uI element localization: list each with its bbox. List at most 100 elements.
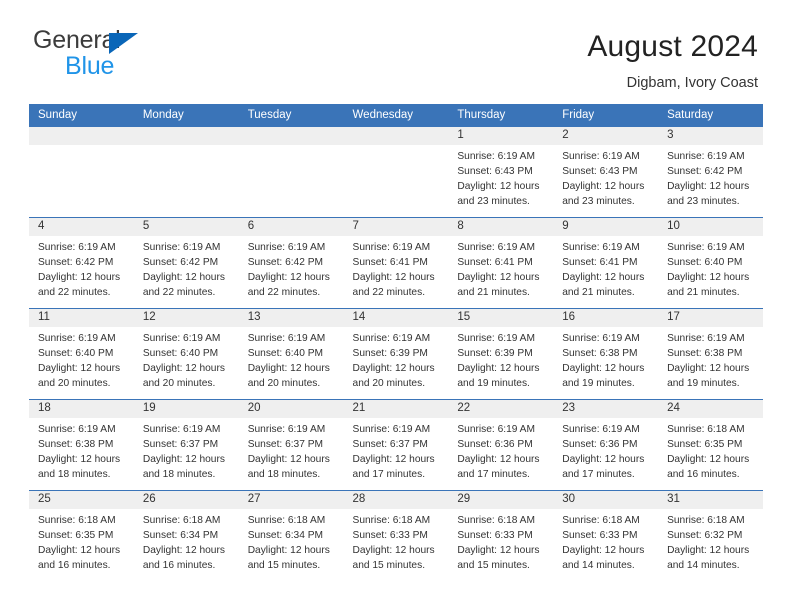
daylight-text: Daylight: 12 hours and 22 minutes.: [142, 271, 225, 298]
sunrise-text: Sunrise: 6:19 AM: [667, 151, 745, 162]
calendar-day-cell[interactable]: 20 Sunrise: 6:19 AM Sunset: 6:37 PM Dayligh…: [238, 399, 344, 491]
day-details: Sunrise: 6:18 AM Sunset: 6:33 PM Daylight:…: [448, 509, 553, 574]
day-number: 29: [448, 491, 554, 509]
day-number: [343, 127, 449, 145]
sunset-text: Sunset: 6:38 PM: [562, 347, 638, 359]
calendar-day-cell[interactable]: 8 Sunrise: 6:19 AM Sunset: 6:41 PM Daylight…: [448, 217, 554, 309]
calendar-day-cell[interactable]: 3 Sunrise: 6:19 AM Sunset: 6:42 PM Daylight…: [658, 127, 763, 218]
day-details: Sunrise: 6:19 AM Sunset: 6:41 PM Daylight:…: [553, 236, 658, 301]
calendar-day-cell[interactable]: 16 Sunrise: 6:19 AM Sunset: 6:38 PM Dayligh…: [553, 308, 659, 400]
calendar-day-cell[interactable]: 22 Sunrise: 6:19 AM Sunset: 6:36 PM Dayligh…: [448, 399, 554, 491]
daylight-text: Daylight: 12 hours and 19 minutes.: [562, 362, 645, 389]
title-block: August 2024 Digbam, Ivory Coast: [587, 28, 758, 92]
calendar-page: General Blue August 2024 Digbam, Ivory C…: [0, 0, 792, 612]
day-number: 3: [658, 127, 763, 145]
weekday-header-thursday: Thursday: [448, 104, 554, 127]
calendar-day-cell[interactable]: 5 Sunrise: 6:19 AM Sunset: 6:42 PM Daylight…: [133, 217, 239, 309]
calendar-cell-empty: [29, 127, 134, 218]
calendar-cell-empty: [238, 127, 344, 218]
calendar-cell-empty: [343, 127, 449, 218]
logo-secondary-text: Blue: [65, 52, 115, 80]
sunset-text: Sunset: 6:35 PM: [667, 438, 743, 450]
calendar-day-cell[interactable]: 28 Sunrise: 6:18 AM Sunset: 6:33 PM Dayligh…: [343, 490, 449, 581]
day-number: 7: [343, 218, 449, 236]
sunrise-text: Sunrise: 6:19 AM: [562, 333, 640, 344]
sunset-text: Sunset: 6:42 PM: [667, 165, 743, 177]
calendar-day-cell[interactable]: 25 Sunrise: 6:18 AM Sunset: 6:35 PM Dayligh…: [29, 490, 134, 581]
calendar-day-cell[interactable]: 2 Sunrise: 6:19 AM Sunset: 6:43 PM Daylight…: [553, 127, 659, 218]
calendar-day-cell[interactable]: 13 Sunrise: 6:19 AM Sunset: 6:40 PM Dayligh…: [238, 308, 344, 400]
calendar-day-cell[interactable]: 23 Sunrise: 6:19 AM Sunset: 6:36 PM Dayligh…: [553, 399, 659, 491]
calendar-day-cell[interactable]: 10 Sunrise: 6:19 AM Sunset: 6:40 PM Dayligh…: [658, 217, 763, 309]
day-number: 21: [343, 400, 449, 418]
day-number: 1: [448, 127, 554, 145]
daylight-text: Daylight: 12 hours and 18 minutes.: [38, 453, 121, 480]
day-details: Sunrise: 6:19 AM Sunset: 6:42 PM Daylight:…: [134, 236, 239, 301]
daylight-text: Daylight: 12 hours and 15 minutes.: [352, 544, 435, 571]
sunset-text: Sunset: 6:43 PM: [457, 165, 533, 177]
day-details: Sunrise: 6:19 AM Sunset: 6:42 PM Daylight:…: [658, 145, 763, 210]
sunrise-text: Sunrise: 6:19 AM: [142, 333, 221, 344]
calendar-day-cell[interactable]: 14 Sunrise: 6:19 AM Sunset: 6:39 PM Dayligh…: [343, 308, 449, 400]
sunrise-text: Sunrise: 6:19 AM: [38, 242, 116, 253]
calendar-day-cell[interactable]: 27 Sunrise: 6:18 AM Sunset: 6:34 PM Dayligh…: [238, 490, 344, 581]
sunset-text: Sunset: 6:40 PM: [247, 347, 324, 359]
calendar-day-cell[interactable]: 4 Sunrise: 6:19 AM Sunset: 6:42 PM Daylight…: [29, 217, 134, 309]
day-number: [133, 127, 239, 145]
calendar-day-cell[interactable]: 15 Sunrise: 6:19 AM Sunset: 6:39 PM Dayligh…: [448, 308, 554, 400]
sunset-text: Sunset: 6:41 PM: [457, 256, 533, 268]
logo-triangle-icon: [109, 33, 138, 54]
calendar-day-cell[interactable]: 29 Sunrise: 6:18 AM Sunset: 6:33 PM Dayligh…: [448, 490, 554, 581]
calendar-day-cell[interactable]: 18 Sunrise: 6:19 AM Sunset: 6:38 PM Dayligh…: [29, 399, 134, 491]
calendar-day-cell[interactable]: 31 Sunrise: 6:18 AM Sunset: 6:32 PM Dayligh…: [658, 490, 763, 581]
sunrise-text: Sunrise: 6:18 AM: [142, 515, 221, 526]
day-details: Sunrise: 6:18 AM Sunset: 6:35 PM Daylight:…: [658, 418, 763, 483]
sunset-text: Sunset: 6:39 PM: [352, 347, 428, 359]
day-details: Sunrise: 6:19 AM Sunset: 6:38 PM Daylight:…: [553, 327, 658, 392]
calendar-week-row: 1 Sunrise: 6:19 AM Sunset: 6:43 PM Daylight…: [29, 127, 763, 218]
calendar-day-cell[interactable]: 24 Sunrise: 6:18 AM Sunset: 6:35 PM Dayligh…: [658, 399, 763, 491]
sunset-text: Sunset: 6:36 PM: [457, 438, 533, 450]
general-blue-logo[interactable]: General Blue: [33, 28, 213, 84]
calendar-day-cell[interactable]: 1 Sunrise: 6:19 AM Sunset: 6:43 PM Daylight…: [448, 127, 554, 218]
day-number: 30: [553, 491, 659, 509]
calendar-header-row: Sunday Monday Tuesday Wednesday Thursday…: [29, 104, 763, 127]
weekday-header-row: Sunday Monday Tuesday Wednesday Thursday…: [29, 104, 763, 127]
sunset-text: Sunset: 6:34 PM: [247, 529, 324, 541]
day-number: 28: [343, 491, 449, 509]
calendar-day-cell[interactable]: 17 Sunrise: 6:19 AM Sunset: 6:38 PM Dayligh…: [658, 308, 763, 400]
day-details: Sunrise: 6:19 AM Sunset: 6:43 PM Daylight:…: [553, 145, 658, 210]
sunrise-text: Sunrise: 6:19 AM: [667, 242, 745, 253]
calendar-day-cell[interactable]: 12 Sunrise: 6:19 AM Sunset: 6:40 PM Dayligh…: [133, 308, 239, 400]
daylight-text: Daylight: 12 hours and 21 minutes.: [562, 271, 645, 298]
sunset-text: Sunset: 6:37 PM: [142, 438, 219, 450]
daylight-text: Daylight: 12 hours and 19 minutes.: [667, 362, 750, 389]
daylight-text: Daylight: 12 hours and 23 minutes.: [667, 180, 750, 207]
calendar-day-cell[interactable]: 30 Sunrise: 6:18 AM Sunset: 6:33 PM Dayligh…: [553, 490, 659, 581]
daylight-text: Daylight: 12 hours and 17 minutes.: [457, 453, 540, 480]
day-number: 6: [238, 218, 344, 236]
day-details: Sunrise: 6:19 AM Sunset: 6:36 PM Daylight:…: [448, 418, 553, 483]
calendar-day-cell[interactable]: 21 Sunrise: 6:19 AM Sunset: 6:37 PM Dayligh…: [343, 399, 449, 491]
day-details: Sunrise: 6:19 AM Sunset: 6:41 PM Daylight:…: [344, 236, 449, 301]
day-details: Sunrise: 6:19 AM Sunset: 6:42 PM Daylight:…: [29, 236, 134, 301]
sunrise-text: Sunrise: 6:19 AM: [38, 333, 116, 344]
day-number: 25: [29, 491, 134, 509]
page-title: August 2024: [587, 30, 758, 63]
sunset-text: Sunset: 6:36 PM: [562, 438, 638, 450]
calendar-day-cell[interactable]: 26 Sunrise: 6:18 AM Sunset: 6:34 PM Dayligh…: [133, 490, 239, 581]
weekday-header-wednesday: Wednesday: [343, 104, 449, 127]
calendar-cell-empty: [133, 127, 239, 218]
calendar-day-cell[interactable]: 7 Sunrise: 6:19 AM Sunset: 6:41 PM Daylight…: [343, 217, 449, 309]
daylight-text: Daylight: 12 hours and 21 minutes.: [457, 271, 540, 298]
calendar-day-cell[interactable]: 11 Sunrise: 6:19 AM Sunset: 6:40 PM Dayligh…: [29, 308, 134, 400]
calendar-day-cell[interactable]: 9 Sunrise: 6:19 AM Sunset: 6:41 PM Daylight…: [553, 217, 659, 309]
sunset-text: Sunset: 6:42 PM: [247, 256, 324, 268]
calendar-day-cell[interactable]: 19 Sunrise: 6:19 AM Sunset: 6:37 PM Dayligh…: [133, 399, 239, 491]
calendar-day-cell[interactable]: 6 Sunrise: 6:19 AM Sunset: 6:42 PM Daylight…: [238, 217, 344, 309]
sunrise-text: Sunrise: 6:19 AM: [562, 151, 640, 162]
sunrise-text: Sunrise: 6:18 AM: [562, 515, 640, 526]
daylight-text: Daylight: 12 hours and 23 minutes.: [562, 180, 645, 207]
sunrise-text: Sunrise: 6:18 AM: [352, 515, 431, 526]
day-number: 17: [658, 309, 763, 327]
